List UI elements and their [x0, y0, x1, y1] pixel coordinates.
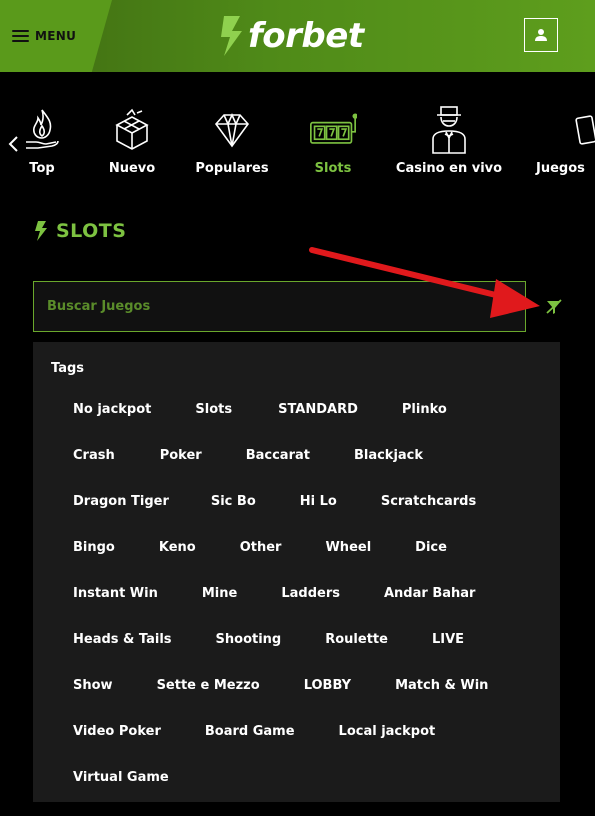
- category-label: Top: [29, 161, 55, 176]
- user-account-button[interactable]: [524, 18, 558, 52]
- tag-item[interactable]: Poker: [160, 448, 202, 463]
- tag-row: Show Sette e Mezzo LOBBY Match & Win: [73, 678, 553, 724]
- dealer-icon: [425, 105, 473, 155]
- category-casino-en-vivo[interactable]: Casino en vivo: [396, 105, 502, 176]
- tag-item[interactable]: Scratchcards: [381, 494, 476, 509]
- tag-item[interactable]: Shooting: [216, 632, 282, 647]
- tag-row: Bingo Keno Other Wheel Dice: [73, 540, 553, 586]
- site-header: MENU forbet: [0, 0, 595, 72]
- category-nuevo[interactable]: Nuevo: [104, 105, 160, 176]
- tag-item[interactable]: Andar Bahar: [384, 586, 475, 601]
- tag-item[interactable]: Blackjack: [354, 448, 423, 463]
- tag-item[interactable]: Match & Win: [395, 678, 488, 693]
- tag-item[interactable]: Dice: [415, 540, 447, 555]
- tag-item[interactable]: Bingo: [73, 540, 115, 555]
- hamburger-icon: [12, 30, 29, 42]
- tag-item[interactable]: Plinko: [402, 402, 447, 417]
- tag-item[interactable]: LIVE: [432, 632, 464, 647]
- page-title: SLOTS: [56, 220, 127, 242]
- tag-item[interactable]: Dragon Tiger: [73, 494, 169, 509]
- category-carousel: Top Nuevo Populares Slots Casino en vivo…: [0, 105, 595, 195]
- tag-item[interactable]: Sic Bo: [211, 494, 256, 509]
- forbet-logo[interactable]: forbet: [218, 14, 364, 58]
- tags-list: No jackpot Slots STANDARD Plinko Crash P…: [73, 402, 553, 816]
- category-populares[interactable]: Populares: [194, 105, 270, 176]
- tag-item[interactable]: Video Poker: [73, 724, 161, 739]
- tag-item[interactable]: Heads & Tails: [73, 632, 172, 647]
- tag-item[interactable]: Slots: [195, 402, 232, 417]
- tag-item[interactable]: Other: [240, 540, 282, 555]
- category-label: Juegos: [536, 161, 585, 176]
- tag-row: Video Poker Board Game Local jackpot: [73, 724, 553, 770]
- category-label: Casino en vivo: [395, 161, 503, 176]
- tag-item[interactable]: Keno: [159, 540, 196, 555]
- cards-icon: [536, 105, 595, 155]
- menu-label: MENU: [35, 29, 77, 43]
- tag-item[interactable]: No jackpot: [73, 402, 151, 417]
- tags-panel: Tags No jackpot Slots STANDARD Plinko Cr…: [33, 342, 560, 802]
- tag-item[interactable]: Sette e Mezzo: [157, 678, 260, 693]
- user-icon: [535, 29, 547, 41]
- tag-row: Dragon Tiger Sic Bo Hi Lo Scratchcards: [73, 494, 553, 540]
- tag-row: No jackpot Slots STANDARD Plinko: [73, 402, 553, 448]
- lightning-bolt-icon: [221, 16, 242, 56]
- tag-item[interactable]: Hi Lo: [300, 494, 337, 509]
- section-header: SLOTS: [34, 220, 126, 242]
- flame-hand-icon: [18, 105, 66, 155]
- tag-item[interactable]: Instant Win: [73, 586, 158, 601]
- category-label: Nuevo: [108, 161, 156, 176]
- tag-item[interactable]: Wheel: [325, 540, 371, 555]
- search-input[interactable]: [33, 281, 526, 332]
- tag-row: Virtual Game: [73, 770, 553, 816]
- tag-item[interactable]: Show: [73, 678, 113, 693]
- tag-item[interactable]: STANDARD: [278, 402, 358, 417]
- category-top[interactable]: Top: [18, 105, 66, 176]
- tag-item[interactable]: Baccarat: [246, 448, 310, 463]
- category-label: Populares: [195, 161, 269, 176]
- tag-row: Instant Win Mine Ladders Andar Bahar: [73, 586, 553, 632]
- category-slots[interactable]: Slots: [306, 105, 360, 176]
- tag-item[interactable]: LOBBY: [304, 678, 351, 693]
- tag-item[interactable]: Board Game: [205, 724, 295, 739]
- tag-item[interactable]: Ladders: [281, 586, 340, 601]
- tag-row: Heads & Tails Shooting Roulette LIVE: [73, 632, 553, 678]
- tags-title: Tags: [51, 361, 85, 376]
- menu-button[interactable]: MENU: [0, 0, 112, 72]
- diamond-icon: [208, 105, 256, 155]
- slot-machine-icon: [309, 105, 357, 155]
- tag-item[interactable]: Mine: [202, 586, 237, 601]
- lightning-bolt-icon: [35, 221, 47, 241]
- filter-off-icon[interactable]: [545, 298, 563, 316]
- tag-item[interactable]: Virtual Game: [73, 770, 169, 785]
- tag-row: Crash Poker Baccarat Blackjack: [73, 448, 553, 494]
- tag-item[interactable]: Local jackpot: [339, 724, 436, 739]
- category-juegos[interactable]: Juegos: [536, 105, 595, 176]
- logo-text: forbet: [248, 16, 364, 56]
- gift-box-icon: [108, 105, 156, 155]
- tag-item[interactable]: Roulette: [325, 632, 388, 647]
- tag-item[interactable]: Crash: [73, 448, 115, 463]
- category-label: Slots: [314, 161, 352, 176]
